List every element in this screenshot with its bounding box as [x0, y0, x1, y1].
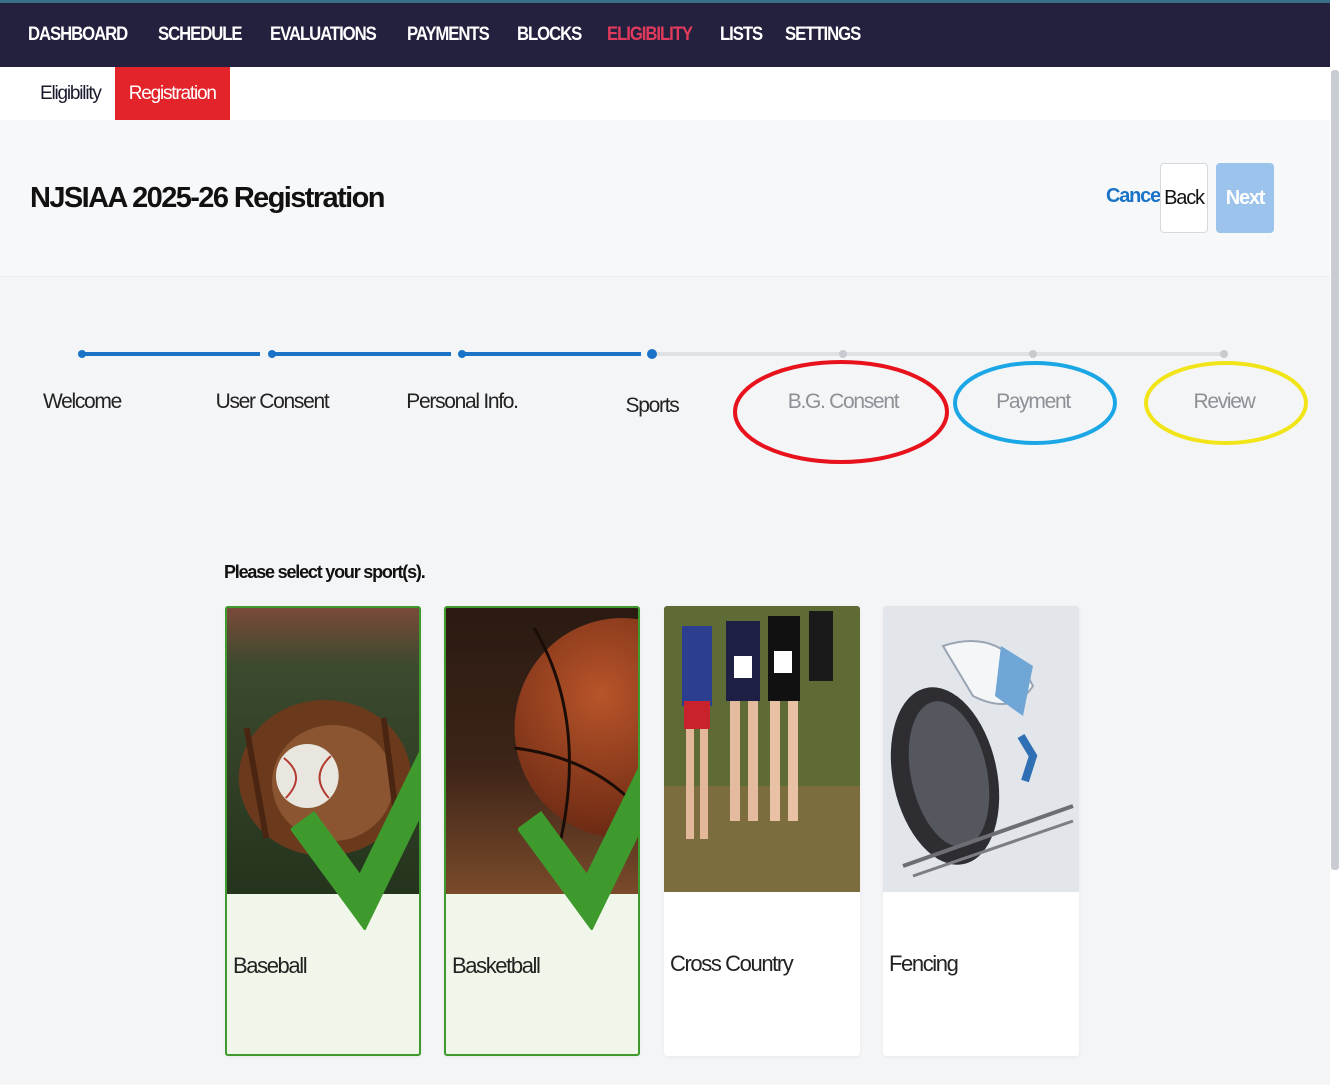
step-dot-user-consent — [268, 350, 276, 358]
nav-eligibility[interactable]: ELIGIBILITY — [607, 24, 693, 46]
nav-settings[interactable]: SETTINGS — [785, 24, 861, 46]
sub-nav: Eligibility Registration — [0, 67, 1330, 120]
step-dot-personal-info — [458, 350, 466, 358]
step-dot-welcome — [78, 350, 86, 358]
sport-card-label: Baseball — [233, 953, 308, 978]
checkmark-icon — [291, 751, 419, 930]
step-dot-sports — [647, 349, 657, 359]
sport-select-prompt: Please select your sport(s). — [224, 562, 426, 582]
subnav-eligibility[interactable]: Eligibility — [0, 67, 115, 120]
sport-card-baseball[interactable]: Baseball — [225, 606, 421, 1056]
step-dot-payment — [1029, 350, 1037, 358]
nav-dashboard[interactable]: DASHBOARD — [28, 24, 128, 46]
step-review: Review — [1193, 390, 1255, 413]
cancel-button[interactable]: Cancel — [1106, 185, 1166, 208]
cross-country-runners-image — [664, 606, 860, 892]
sport-card-basketball[interactable]: Basketball — [444, 606, 640, 1056]
step-personal-info[interactable]: Personal Info. — [382, 390, 542, 414]
step-user-consent[interactable]: User Consent — [192, 390, 352, 414]
step-dot-bg-consent — [839, 350, 847, 358]
sport-card-fencing[interactable]: Fencing — [883, 606, 1079, 1056]
subnav-registration[interactable]: Registration — [114, 67, 230, 120]
step-sports[interactable]: Sports — [572, 394, 732, 418]
step-dot-review — [1220, 350, 1228, 358]
nav-schedule[interactable]: SCHEDULE — [158, 24, 243, 46]
sport-card-label: Cross Country — [670, 951, 794, 976]
back-button[interactable]: Back — [1160, 163, 1208, 233]
checkmark-icon — [518, 767, 638, 930]
next-button[interactable]: Next — [1216, 163, 1274, 233]
nav-blocks[interactable]: BLOCKS — [517, 24, 582, 46]
step-bg-consent: B.G. Consent — [787, 390, 900, 413]
sport-card-label: Basketball — [452, 953, 541, 978]
sport-card-cross-country[interactable]: Cross Country — [664, 606, 860, 1056]
basketball-image — [446, 608, 638, 930]
nav-evaluations[interactable]: EVALUATIONS — [270, 24, 377, 46]
step-welcome[interactable]: Welcome — [2, 390, 162, 414]
top-nav: DASHBOARD SCHEDULE EVALUATIONS PAYMENTS … — [0, 0, 1330, 67]
page-title: NJSIAA 2025-26 Registration — [30, 182, 385, 214]
nav-lists[interactable]: LISTS — [720, 24, 763, 46]
scrollbar-thumb[interactable] — [1331, 70, 1339, 870]
sport-card-label: Fencing — [889, 951, 959, 976]
nav-payments[interactable]: PAYMENTS — [407, 24, 490, 46]
progress-stepper — [78, 344, 1228, 364]
step-payment: Payment — [996, 390, 1071, 413]
fencing-gear-image — [883, 606, 1079, 892]
baseball-glove-image — [227, 608, 419, 930]
